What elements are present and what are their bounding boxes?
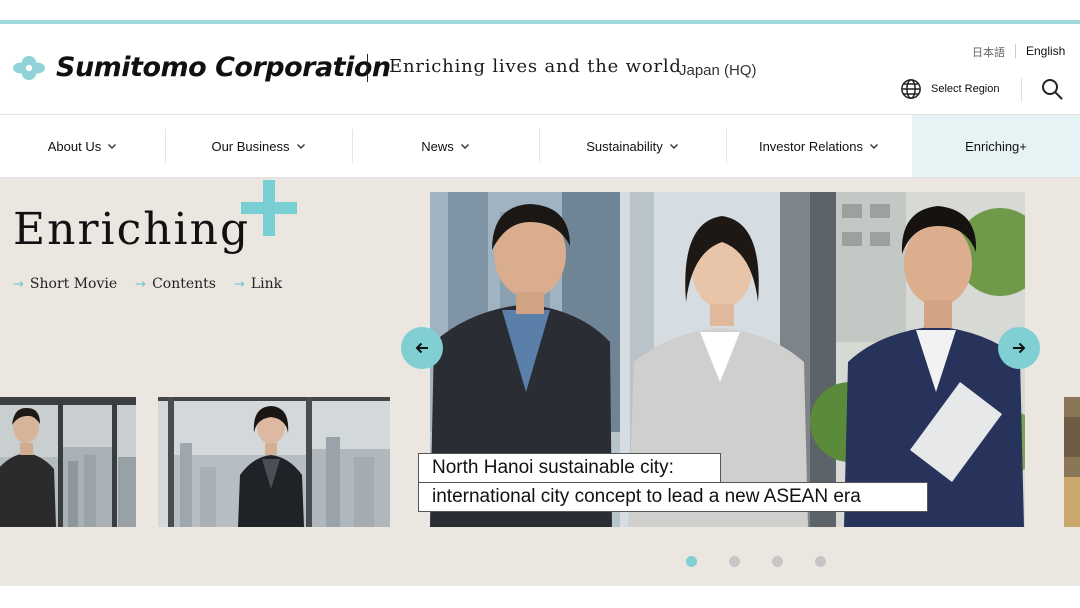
nav-sustainability[interactable]: Sustainability [539,115,726,177]
carousel-pagination [686,556,826,567]
nav-our-business[interactable]: Our Business [165,115,352,177]
hero-links: → Short Movie → Contents → Link [13,276,282,292]
search-separator [1021,78,1022,102]
select-region-label: Select Region [931,83,1000,95]
main-navigation: About Us Our Business News Sustainabilit… [0,114,1080,178]
brand-name: Sumitomo Corporation [56,52,391,83]
carousel-dot-1[interactable] [686,556,697,567]
carousel-prev-button[interactable] [401,327,443,369]
nav-item-label: News [421,138,454,154]
search-icon [1042,79,1063,100]
slide-photo [0,397,136,527]
hero-link-label: Link [250,276,283,292]
carousel-dot-4[interactable] [815,556,826,567]
nav-item-label: Our Business [211,138,290,154]
search-button[interactable] [1040,77,1064,101]
nav-news[interactable]: News [352,115,539,177]
slide-caption[interactable]: North Hanoi sustainable city: internatio… [418,453,928,512]
hero-link-label: Short Movie [29,276,118,292]
hero-title: Enriching [13,204,251,255]
slide-caption-line-2: international city concept to lead a new… [418,482,928,512]
sumitomo-logo-mark-icon [13,55,45,80]
arrow-right-icon [1013,342,1026,354]
nav-enriching-plus[interactable]: Enriching+ [912,115,1080,177]
plus-icon [241,180,297,236]
hero-section: Enriching → Short Movie → Contents → Lin… [0,178,1080,586]
arrow-left-icon [415,342,428,354]
hero-link-label: Contents [152,276,216,292]
globe-icon [901,79,921,99]
carousel-next-button[interactable] [998,327,1040,369]
nav-item-label: Investor Relations [758,138,864,154]
carousel-dot-2[interactable] [729,556,740,567]
carousel-slide-next[interactable] [1064,397,1080,527]
chevron-down-icon [296,144,305,149]
hero-link-contents[interactable]: → Contents [135,276,216,292]
language-separator [1015,44,1016,58]
nav-item-label: Enriching+ [965,138,1027,154]
chevron-down-icon [669,144,678,149]
language-english-link[interactable]: English [1026,44,1065,58]
site-logo[interactable]: Sumitomo Corporation [12,52,391,83]
hero-link-link[interactable]: → Link [234,276,282,292]
nav-about-us[interactable]: About Us [0,115,165,177]
nav-item-label: About Us [47,138,102,154]
arrow-right-icon: → [233,276,245,292]
slide-photo [1064,397,1080,527]
nav-item-label: Sustainability [586,138,663,154]
select-region-button[interactable]: Select Region [900,78,1000,100]
arrow-right-icon: → [13,276,24,292]
site-header: Sumitomo Corporation Enriching lives and… [0,24,1080,114]
carousel-slide-previous-2[interactable] [0,397,136,527]
carousel-slide-previous-1[interactable] [158,397,390,527]
header-divider [367,54,368,82]
carousel-dot-3[interactable] [772,556,783,567]
hero-link-short-movie[interactable]: → Short Movie [13,276,117,292]
chevron-down-icon [108,144,117,149]
corporate-tagline: Enriching lives and the world [389,56,682,77]
slide-photo [158,397,390,527]
language-japanese-link[interactable]: 日本語 [972,44,1005,60]
chevron-down-icon [460,144,469,149]
slide-caption-line-1: North Hanoi sustainable city: [418,453,721,483]
nav-investor-relations[interactable]: Investor Relations [726,115,912,177]
arrow-right-icon: → [135,276,147,292]
current-region-label: Japan (HQ) [679,62,757,79]
chevron-down-icon [870,144,879,149]
